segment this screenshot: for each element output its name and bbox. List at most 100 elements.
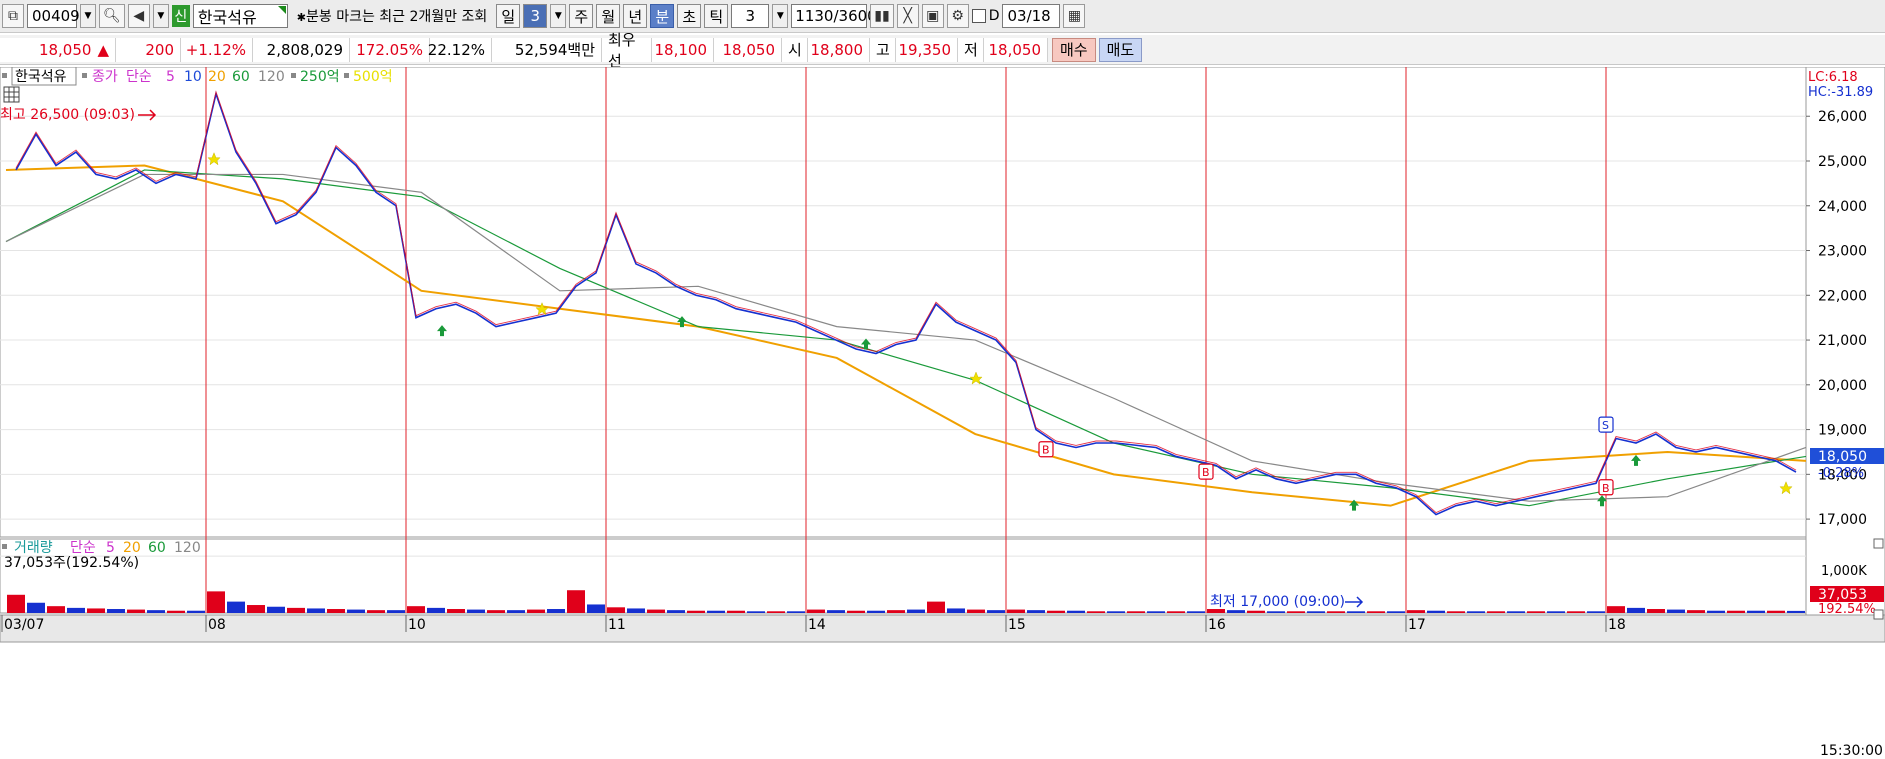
high-label: 고 — [870, 37, 896, 62]
candle-type-icon[interactable]: ▮▮ — [870, 4, 894, 28]
volume-bar — [1447, 611, 1465, 613]
volume-bar — [1227, 610, 1245, 613]
low-price: 18,050 — [984, 37, 1048, 62]
volume-bar — [1747, 610, 1765, 613]
volume-bar — [7, 594, 25, 613]
volume-bar — [1027, 610, 1045, 613]
sell-button[interactable]: 매도 — [1098, 37, 1143, 62]
volume-bar — [1187, 611, 1205, 613]
volume-bar — [1127, 611, 1145, 613]
volume-bar — [1667, 609, 1685, 613]
volume-bar — [207, 591, 225, 613]
volume-bar — [1467, 611, 1485, 613]
stock-code-input[interactable]: 004090 — [27, 4, 89, 28]
lc-value: LC:6.18 — [1808, 70, 1858, 85]
scroll-icon[interactable] — [1873, 609, 1884, 620]
link-window-icon[interactable]: ⧉ — [2, 4, 24, 28]
x-axis-bg — [0, 614, 1885, 643]
open-price: 18,800 — [808, 37, 870, 62]
volume-bar — [567, 590, 585, 613]
interval-dropdown-icon[interactable]: ▼ — [772, 4, 789, 28]
volume-bar — [107, 609, 125, 613]
volume-bar — [967, 609, 985, 613]
trade-amount: 52,594백만 — [492, 37, 602, 62]
volume-bar — [927, 601, 945, 613]
volume-bar — [747, 611, 765, 613]
volume-bar — [1107, 611, 1125, 613]
count-field[interactable]: 1130/3600 — [791, 4, 877, 28]
right-axis-bg — [1805, 67, 1885, 633]
y-tick-label: 19,000 — [1818, 423, 1867, 439]
gear-icon[interactable]: ⚙ — [946, 4, 969, 28]
volume-bar — [427, 607, 445, 613]
notice-icon: ✱ — [296, 11, 306, 24]
volume-bar — [387, 610, 405, 613]
search-icon[interactable]: 🔍︎ — [99, 4, 125, 28]
volume-bar — [527, 609, 545, 613]
volume-bar — [1527, 611, 1545, 613]
legend-square-icon — [2, 73, 7, 78]
period-month[interactable]: 월 — [596, 4, 621, 28]
open-label: 시 — [782, 37, 808, 62]
x-tick-label: 10 — [408, 617, 426, 633]
up-arrow-icon: ▲ — [97, 40, 109, 59]
volume-bar — [407, 606, 425, 613]
save-icon[interactable]: ▣ — [921, 4, 944, 28]
legend-ma120: 120 — [258, 69, 285, 85]
volume-ratio: 172.05% — [350, 37, 430, 62]
y-tick-label: 21,000 — [1818, 333, 1867, 349]
period-second[interactable]: 초 — [677, 4, 702, 28]
volume-bar — [1567, 611, 1585, 613]
volume-bar — [1307, 611, 1325, 613]
speaker-dropdown-icon[interactable]: ▼ — [152, 4, 169, 28]
stock-name-field[interactable]: 한국석유 — [192, 4, 288, 28]
volume-bar — [1347, 611, 1365, 613]
period-year[interactable]: 년 — [623, 4, 648, 28]
code-dropdown-icon[interactable]: ▼ — [80, 4, 96, 28]
volume-bar — [447, 609, 465, 613]
y-tick-label: 25,000 — [1818, 154, 1867, 170]
volume-bar — [987, 610, 1005, 613]
grid-toggle-icon[interactable] — [3, 86, 20, 103]
y-tick-label: 20,000 — [1818, 378, 1867, 394]
volume-bar — [1687, 610, 1705, 613]
price-change-pct: +1.12% — [181, 37, 253, 62]
draw-tool-icon[interactable]: ╳ — [896, 4, 919, 28]
volume-bar — [47, 606, 65, 613]
date-input[interactable]: 03/18 — [1002, 4, 1061, 28]
calendar-icon[interactable]: ▦ — [1063, 4, 1086, 28]
volume-bar — [1727, 610, 1745, 613]
period-week[interactable]: 주 — [569, 4, 594, 28]
period-day-count[interactable]: 3 — [523, 4, 548, 28]
speaker-icon[interactable]: ◀ — [127, 4, 150, 28]
volume-bar — [467, 609, 485, 613]
interval-input[interactable]: 3 — [731, 4, 770, 28]
volume-bar — [1247, 610, 1265, 613]
collapse-icon[interactable] — [1873, 538, 1884, 549]
volume-bar — [827, 610, 845, 613]
volume-bar — [667, 610, 685, 613]
legend-square-icon — [291, 73, 296, 78]
buy-button[interactable]: 매수 — [1052, 37, 1096, 62]
volume-ma5: 5 — [106, 540, 115, 556]
trade-mark-label: B — [1042, 444, 1050, 457]
volume-bar — [847, 610, 865, 613]
period-day[interactable]: 일 — [496, 4, 521, 28]
low-annotation: 최저 17,000 (09:00) — [1210, 594, 1364, 610]
period-dropdown-icon[interactable]: ▼ — [550, 4, 567, 28]
volume-bar — [507, 610, 525, 613]
volume-bar — [887, 610, 905, 613]
volume-bar — [267, 606, 285, 613]
period-tick[interactable]: 틱 — [704, 4, 729, 28]
high-price: 19,350 — [896, 37, 958, 62]
volume-bar — [127, 609, 145, 613]
time-label: 15:30:00 — [1820, 743, 1883, 759]
period-minute[interactable]: 분 — [650, 4, 675, 28]
legend-ma60: 60 — [232, 69, 250, 85]
volume-bar — [1327, 611, 1345, 613]
volume-bar — [1367, 611, 1385, 613]
price-chart[interactable]: BBBS 17,00018,00019,00020,00021,00022,00… — [0, 67, 1885, 759]
price-change: 200 — [116, 37, 181, 62]
volume-bar — [1147, 611, 1165, 613]
date-checkbox[interactable] — [971, 9, 986, 23]
